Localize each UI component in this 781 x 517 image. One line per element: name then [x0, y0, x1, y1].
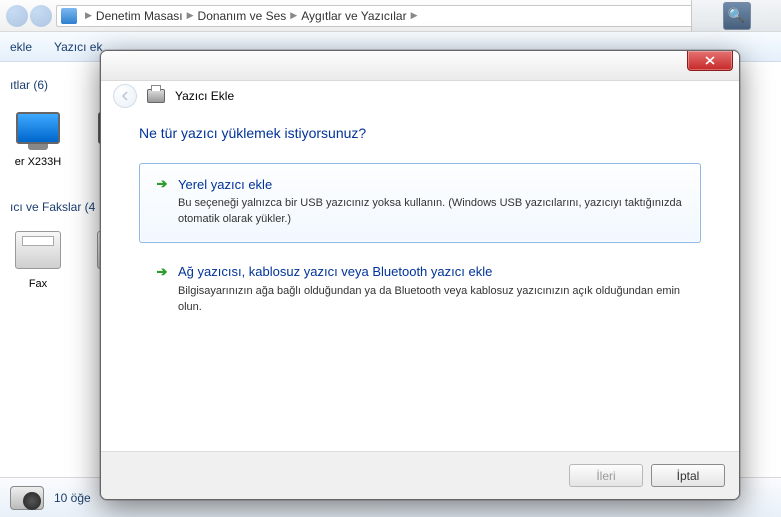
- printer-item-fax[interactable]: Fax: [8, 226, 68, 302]
- toolbar-add-device[interactable]: ekle: [10, 40, 32, 54]
- monitor-icon: [16, 112, 60, 144]
- device-label: er X233H: [15, 156, 61, 168]
- breadcrumb-item[interactable]: Donanım ve Ses: [198, 9, 287, 23]
- wizard-titlebar: [101, 51, 739, 81]
- camera-icon: [10, 486, 44, 510]
- option-title: Ağ yazıcısı, kablosuz yazıcı veya Blueto…: [178, 264, 492, 279]
- option-network-printer[interactable]: ➔ Ağ yazıcısı, kablosuz yazıcı veya Blue…: [139, 251, 701, 331]
- nav-buttons: [6, 5, 52, 27]
- option-local-printer[interactable]: ➔ Yerel yazıcı ekle Bu seçeneği yalnızca…: [139, 163, 701, 243]
- chevron-right-icon: ▶: [85, 10, 92, 21]
- arrow-left-icon: [119, 90, 131, 102]
- arrow-right-icon: ➔: [154, 264, 170, 280]
- option-title: Yerel yazıcı ekle: [178, 177, 272, 192]
- breadcrumb[interactable]: ▶ Denetim Masası ▶ Donanım ve Ses ▶ Aygı…: [56, 5, 775, 27]
- wizard-header: Yazıcı Ekle: [101, 81, 739, 111]
- printer-icon: [147, 89, 165, 103]
- wizard-footer: İleri İptal: [101, 451, 739, 499]
- chevron-right-icon: ▶: [187, 10, 194, 21]
- status-text: 10 öğe: [54, 491, 91, 505]
- address-bar: ▶ Denetim Masası ▶ Donanım ve Ses ▶ Aygı…: [0, 0, 781, 32]
- close-button[interactable]: [687, 51, 733, 71]
- arrow-right-icon: ➔: [154, 176, 170, 192]
- back-button[interactable]: [113, 84, 137, 108]
- fax-icon: [15, 231, 61, 269]
- wizard-title: Yazıcı Ekle: [175, 89, 234, 103]
- toolbar-add-printer[interactable]: Yazıcı ek: [54, 40, 102, 54]
- option-description: Bilgisayarınızın ağa bağlı olduğundan ya…: [178, 284, 686, 316]
- breadcrumb-item[interactable]: Denetim Masası: [96, 9, 183, 23]
- cancel-button[interactable]: İptal: [651, 464, 725, 487]
- chevron-right-icon: ▶: [290, 10, 297, 21]
- search-icon[interactable]: 🔍: [723, 2, 751, 30]
- location-icon: [61, 8, 77, 24]
- option-description: Bu seçeneği yalnızca bir USB yazıcınız y…: [178, 196, 686, 228]
- printer-label: Fax: [29, 278, 47, 290]
- wizard-body: Ne tür yazıcı yüklemek istiyorsunuz? ➔ Y…: [101, 111, 739, 451]
- device-item-monitor[interactable]: er X233H: [8, 104, 68, 180]
- search-area: 🔍: [691, 0, 781, 32]
- add-printer-wizard: Yazıcı Ekle Ne tür yazıcı yüklemek istiy…: [100, 50, 740, 500]
- chevron-right-icon: ▶: [411, 10, 418, 21]
- nav-back-button[interactable]: [6, 5, 28, 27]
- printers-header-label: ıcı ve Fakslar (4: [10, 200, 95, 214]
- wizard-heading: Ne tür yazıcı yüklemek istiyorsunuz?: [139, 125, 701, 141]
- breadcrumb-item[interactable]: Aygıtlar ve Yazıcılar: [301, 9, 406, 23]
- devices-header-label: ıtlar (6): [10, 78, 48, 92]
- nav-forward-button[interactable]: [30, 5, 52, 27]
- next-button[interactable]: İleri: [569, 464, 643, 487]
- close-icon: [705, 56, 715, 65]
